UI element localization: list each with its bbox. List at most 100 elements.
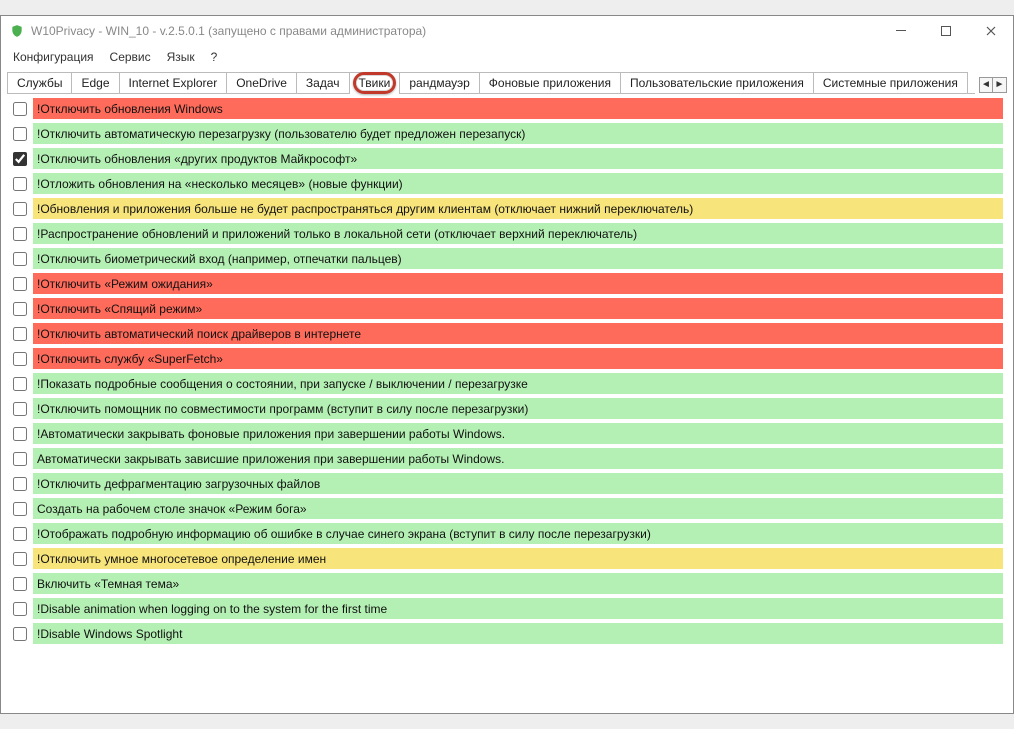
tab[interactable]: Службы bbox=[7, 72, 72, 93]
tab[interactable]: Пользовательские приложения bbox=[620, 72, 814, 93]
option-label[interactable]: !Отключить службу «SuperFetch» bbox=[33, 348, 1003, 369]
option-checkbox[interactable] bbox=[13, 227, 27, 241]
option-label[interactable]: !Отключить автоматическую перезагрузку (… bbox=[33, 123, 1003, 144]
option-label[interactable]: !Отключить обновления «других продуктов … bbox=[33, 148, 1003, 169]
option-label[interactable]: !Отключить дефрагментацию загрузочных фа… bbox=[33, 473, 1003, 494]
minimize-button[interactable] bbox=[878, 16, 923, 46]
menubar: КонфигурацияСервисЯзык? bbox=[1, 46, 1013, 68]
option-row: !Обновления и приложения больше не будет… bbox=[7, 196, 1007, 221]
menu-item[interactable]: Сервис bbox=[102, 48, 159, 66]
option-checkbox[interactable] bbox=[13, 502, 27, 516]
option-row: !Показать подробные сообщения о состояни… bbox=[7, 371, 1007, 396]
option-checkbox[interactable] bbox=[13, 352, 27, 366]
option-label[interactable]: Включить «Темная тема» bbox=[33, 573, 1003, 594]
tab[interactable]: рандмауэр bbox=[399, 72, 479, 93]
titlebar: W10Privacy - WIN_10 - v.2.5.0.1 (запущен… bbox=[1, 16, 1013, 46]
tab[interactable]: Internet Explorer bbox=[119, 72, 228, 93]
option-label[interactable]: !Отключить «Режим ожидания» bbox=[33, 273, 1003, 294]
option-checkbox[interactable] bbox=[13, 127, 27, 141]
checkbox-cell bbox=[7, 152, 33, 166]
checkbox-cell bbox=[7, 102, 33, 116]
option-checkbox[interactable] bbox=[13, 452, 27, 466]
option-checkbox[interactable] bbox=[13, 402, 27, 416]
option-row: !Отложить обновления на «несколько месяц… bbox=[7, 171, 1007, 196]
tab-label: OneDrive bbox=[236, 76, 287, 90]
option-checkbox[interactable] bbox=[13, 427, 27, 441]
option-checkbox[interactable] bbox=[13, 577, 27, 591]
option-row: !Отключить обновления «других продуктов … bbox=[7, 146, 1007, 171]
tab[interactable]: Системные приложения bbox=[813, 72, 968, 93]
tab-label: Задач bbox=[306, 76, 340, 90]
tab-label: Фоновые приложения bbox=[489, 76, 611, 90]
option-row: !Отключить «Режим ожидания» bbox=[7, 271, 1007, 296]
close-button[interactable] bbox=[968, 16, 1013, 46]
option-checkbox[interactable] bbox=[13, 252, 27, 266]
checkbox-cell bbox=[7, 252, 33, 266]
checkbox-cell bbox=[7, 477, 33, 491]
option-checkbox[interactable] bbox=[13, 177, 27, 191]
options-list: !Отключить обновления Windows !Отключить … bbox=[1, 94, 1013, 713]
option-row: !Disable Windows Spotlight bbox=[7, 621, 1007, 646]
checkbox-cell bbox=[7, 602, 33, 616]
option-label[interactable]: !Disable animation when logging on to th… bbox=[33, 598, 1003, 619]
tab[interactable]: Фоновые приложения bbox=[479, 72, 621, 93]
checkbox-cell bbox=[7, 452, 33, 466]
tab[interactable]: Твики bbox=[349, 72, 401, 94]
option-checkbox[interactable] bbox=[13, 377, 27, 391]
option-label[interactable]: !Распространение обновлений и приложений… bbox=[33, 223, 1003, 244]
option-checkbox[interactable] bbox=[13, 202, 27, 216]
option-checkbox[interactable] bbox=[13, 102, 27, 116]
option-label[interactable]: !Отключить помощник по совместимости про… bbox=[33, 398, 1003, 419]
option-label[interactable]: Создать на рабочем столе значок «Режим б… bbox=[33, 498, 1003, 519]
window-controls bbox=[878, 16, 1013, 46]
checkbox-cell bbox=[7, 277, 33, 291]
option-row: !Отключить биометрический вход (например… bbox=[7, 246, 1007, 271]
checkbox-cell bbox=[7, 177, 33, 191]
menu-item[interactable]: Конфигурация bbox=[5, 48, 102, 66]
option-row: !Отключить дефрагментацию загрузочных фа… bbox=[7, 471, 1007, 496]
option-checkbox[interactable] bbox=[13, 152, 27, 166]
tab[interactable]: Edge bbox=[71, 72, 119, 93]
option-label[interactable]: !Автоматически закрывать фоновые приложе… bbox=[33, 423, 1003, 444]
menu-item[interactable]: ? bbox=[203, 48, 226, 66]
option-row: !Отключить помощник по совместимости про… bbox=[7, 396, 1007, 421]
option-checkbox[interactable] bbox=[13, 602, 27, 616]
option-label[interactable]: !Показать подробные сообщения о состояни… bbox=[33, 373, 1003, 394]
option-label[interactable]: !Disable Windows Spotlight bbox=[33, 623, 1003, 644]
maximize-button[interactable] bbox=[923, 16, 968, 46]
option-checkbox[interactable] bbox=[13, 527, 27, 541]
option-checkbox[interactable] bbox=[13, 327, 27, 341]
option-row: Автоматически закрывать зависшие приложе… bbox=[7, 446, 1007, 471]
option-label[interactable]: !Отключить обновления Windows bbox=[33, 98, 1003, 119]
option-label[interactable]: !Отображать подробную информацию об ошиб… bbox=[33, 523, 1003, 544]
checkbox-cell bbox=[7, 127, 33, 141]
option-label[interactable]: !Обновления и приложения больше не будет… bbox=[33, 198, 1003, 219]
option-row: !Отключить обновления Windows bbox=[7, 96, 1007, 121]
option-label[interactable]: !Отключить «Спящий режим» bbox=[33, 298, 1003, 319]
option-checkbox[interactable] bbox=[13, 477, 27, 491]
option-label[interactable]: !Отложить обновления на «несколько месяц… bbox=[33, 173, 1003, 194]
tab-scroll-left[interactable]: ◄ bbox=[979, 77, 993, 93]
tab[interactable]: Задач bbox=[296, 72, 350, 93]
checkbox-cell bbox=[7, 377, 33, 391]
checkbox-cell bbox=[7, 552, 33, 566]
option-label[interactable]: Автоматически закрывать зависшие приложе… bbox=[33, 448, 1003, 469]
tab-scroll-right[interactable]: ► bbox=[993, 77, 1007, 93]
option-checkbox[interactable] bbox=[13, 302, 27, 316]
option-checkbox[interactable] bbox=[13, 552, 27, 566]
option-label[interactable]: !Отключить биометрический вход (например… bbox=[33, 248, 1003, 269]
tab-label: Твики bbox=[359, 76, 391, 90]
option-label[interactable]: !Отключить умное многосетевое определени… bbox=[33, 548, 1003, 569]
option-checkbox[interactable] bbox=[13, 277, 27, 291]
checkbox-cell bbox=[7, 227, 33, 241]
tab-label: Internet Explorer bbox=[129, 76, 218, 90]
menu-item[interactable]: Язык bbox=[159, 48, 203, 66]
option-label[interactable]: !Отключить автоматический поиск драйверо… bbox=[33, 323, 1003, 344]
tab-scroll-nav: ◄ ► bbox=[979, 77, 1007, 93]
option-row: !Распространение обновлений и приложений… bbox=[7, 221, 1007, 246]
tab[interactable]: OneDrive bbox=[226, 72, 297, 93]
option-row: Создать на рабочем столе значок «Режим б… bbox=[7, 496, 1007, 521]
option-checkbox[interactable] bbox=[13, 627, 27, 641]
tab-strip: СлужбыEdge Internet Explorer OneDrive Задач… bbox=[7, 72, 975, 94]
tab-highlight: Твики bbox=[359, 76, 391, 90]
